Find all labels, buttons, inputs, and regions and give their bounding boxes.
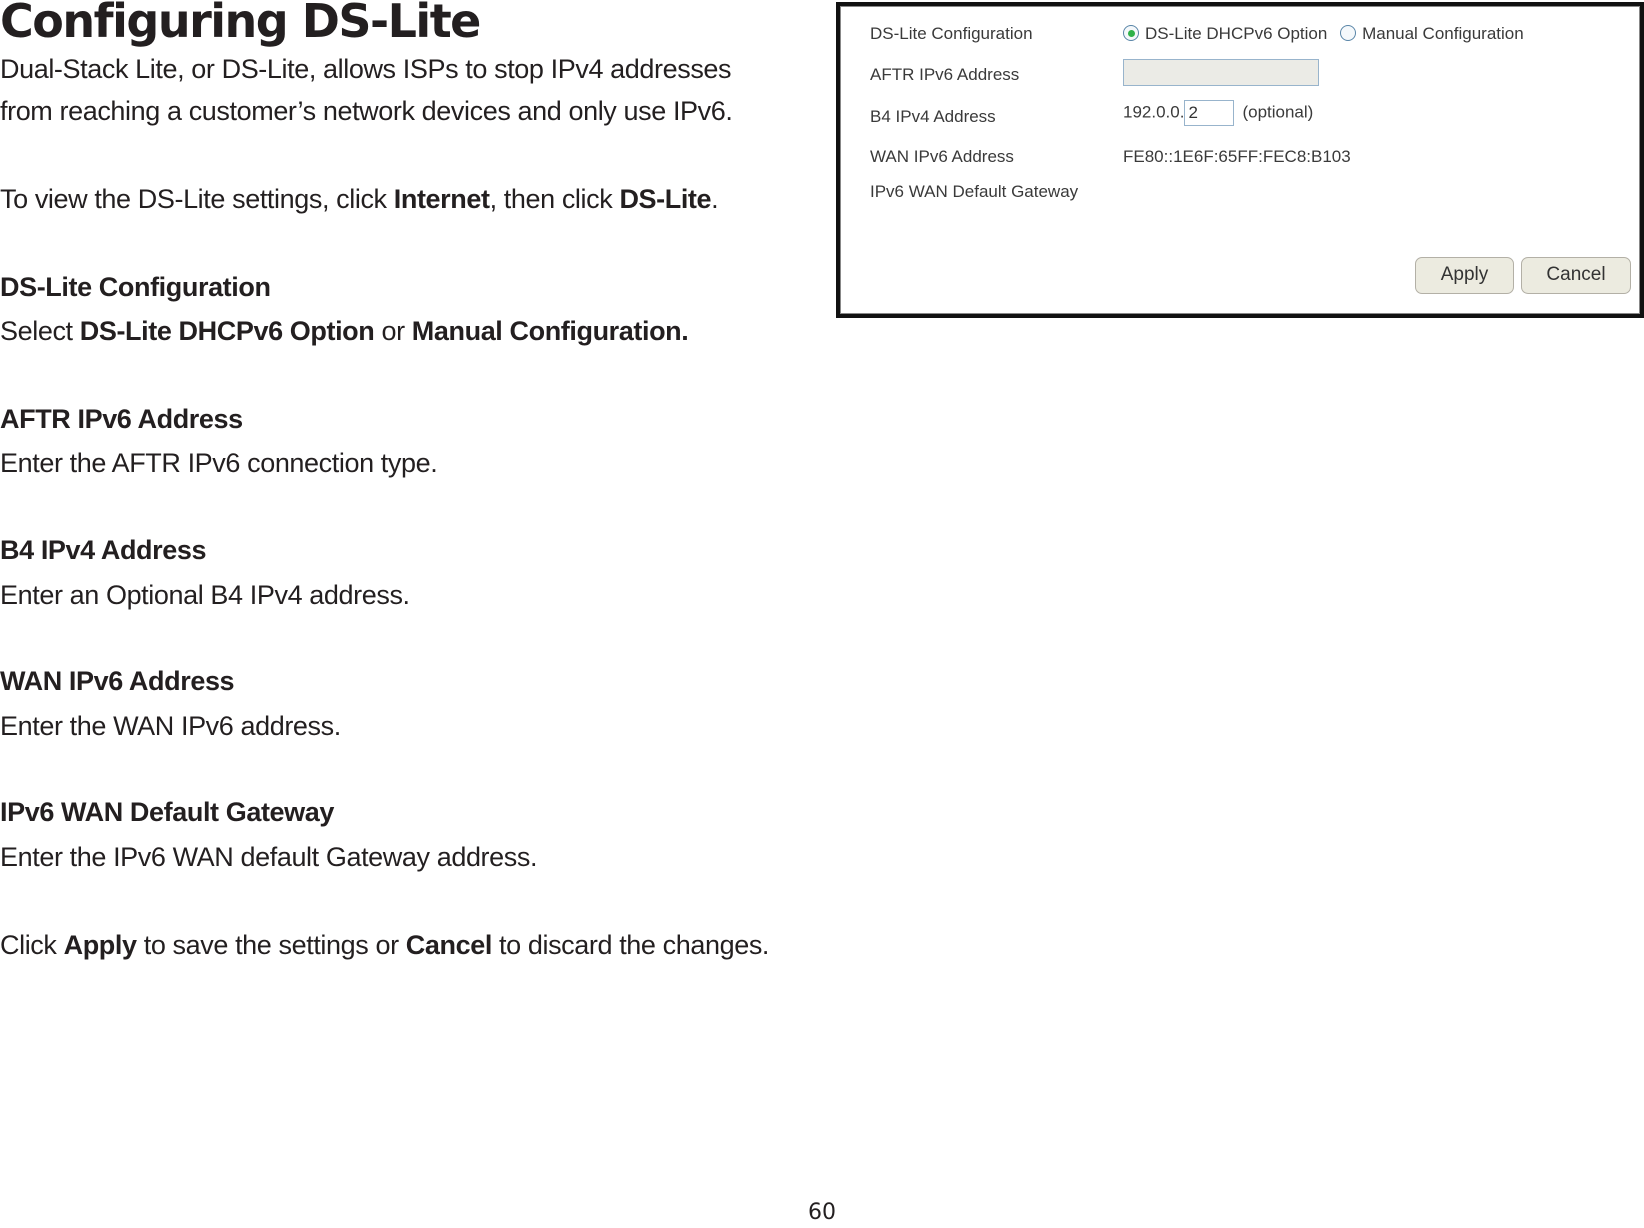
cancel-ref: Cancel [405,930,493,960]
section-text-dslite-config: Select DS-Lite DHCPv6 Option or Manual C… [0,316,689,347]
select-prefix: Select [0,316,80,346]
radio-dhcpv6-option[interactable]: DS-Lite DHCPv6 Option [1123,24,1327,44]
dslite-menu-ref: DS-Lite [619,184,712,214]
intro-line-1: Dual-Stack Lite, or DS-Lite, allows ISPs… [0,54,732,84]
section-heading-b4: B4 IPv4 Address [0,535,207,565]
section-text-wan: Enter the WAN IPv6 address. [0,711,341,741]
dslite-config-screenshot: DS-Lite Configuration DS-Lite DHCPv6 Opt… [836,2,1644,318]
label-aftr-ipv6: AFTR IPv6 Address [870,65,1020,84]
section-heading-wan: WAN IPv6 Address [0,666,235,696]
intro-line-2: from reaching a customer’s network devic… [0,96,733,126]
section-heading-gateway: IPv6 WAN Default Gateway [0,797,335,827]
label-b4-ipv4: B4 IPv4 Address [870,107,996,126]
manual-config-ref: Manual Configuration. [411,316,689,346]
closing-suffix: to discard the changes. [491,930,770,960]
apply-ref: Apply [63,930,137,960]
b4-ipv4-field: 192.0.0. 2 (optional) [1123,100,1313,126]
label-dslite-configuration: DS-Lite Configuration [870,24,1033,43]
radio-selected-icon[interactable] [1123,25,1139,41]
radio-manual-label: Manual Configuration [1362,24,1524,43]
cancel-button[interactable]: Cancel [1521,257,1631,294]
b4-ip-prefix: 192.0.0. [1123,102,1185,122]
page-number: 60 [808,1200,836,1225]
closing-middle: to save the settings or [136,930,406,960]
closing-instructions: Click Apply to save the settings or Canc… [0,930,769,961]
view-instructions: To view the DS-Lite settings, click Inte… [0,184,719,215]
view-suffix: . [711,184,719,214]
section-heading-dslite-config: DS-Lite Configuration [0,272,271,302]
dslite-mode-radio-group: DS-Lite DHCPv6 Option Manual Configurati… [1123,24,1532,44]
select-middle: or [374,316,412,346]
section-heading-aftr: AFTR IPv6 Address [0,404,243,434]
dhcpv6-option-ref: DS-Lite DHCPv6 Option [79,316,375,346]
b4-optional-hint: (optional) [1242,102,1314,122]
internet-menu-ref: Internet [393,184,490,214]
wan-ipv6-value: FE80::1E6F:65FF:FEC8:B103 [1123,147,1351,166]
radio-dhcpv6-label: DS-Lite DHCPv6 Option [1145,24,1328,43]
radio-unselected-icon[interactable] [1340,25,1357,41]
aftr-ipv6-input[interactable] [1123,59,1319,86]
b4-ipv4-last-octet-input[interactable]: 2 [1184,100,1235,126]
view-prefix: To view the DS-Lite settings, click [0,184,394,214]
apply-button[interactable]: Apply [1415,257,1514,294]
label-wan-ipv6: WAN IPv6 Address [870,147,1014,166]
view-middle: , then click [489,184,620,214]
section-text-aftr: Enter the AFTR IPv6 connection type. [0,448,438,478]
section-text-gateway: Enter the IPv6 WAN default Gateway addre… [0,842,538,872]
radio-manual-configuration[interactable]: Manual Configuration [1340,24,1524,44]
page-title: Configuring DS-Lite [0,0,481,48]
section-text-b4: Enter an Optional B4 IPv4 address. [0,580,410,610]
label-ipv6-wan-gateway: IPv6 WAN Default Gateway [870,182,1079,201]
closing-prefix: Click [0,930,64,960]
